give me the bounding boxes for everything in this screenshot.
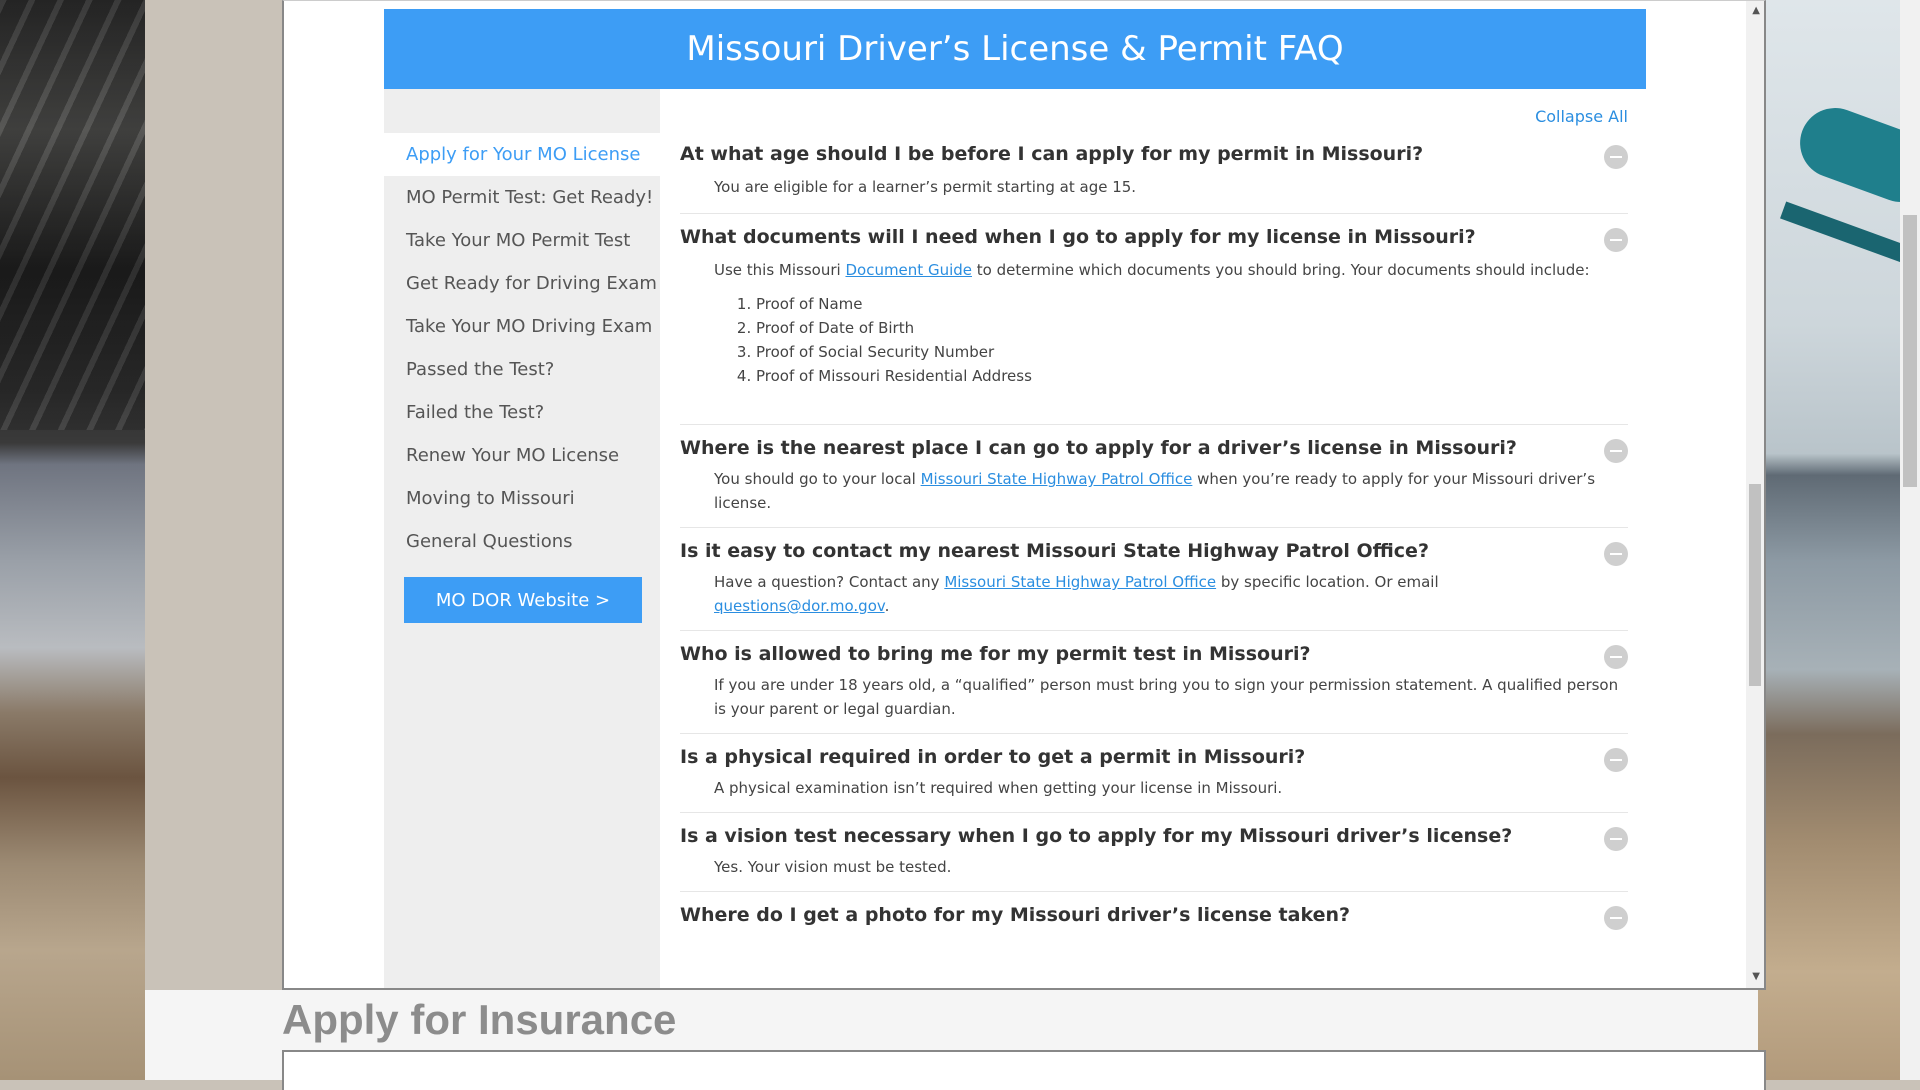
faq-item: Is a vision test necessary when I go to … [680, 813, 1628, 892]
documents-list: Proof of Name Proof of Date of Birth Pro… [714, 292, 1628, 388]
faq-question[interactable]: Who is allowed to bring me for my permit… [680, 643, 1628, 665]
faq-item: At what age should I be before I can app… [680, 143, 1628, 214]
sidebar-top-strip [384, 89, 660, 133]
highway-patrol-link[interactable]: Missouri State Highway Patrol Office [921, 470, 1193, 488]
sidebar-item-renew-license[interactable]: Renew Your MO License [384, 434, 660, 477]
collapse-all-link[interactable]: Collapse All [1535, 107, 1628, 126]
car-stripe-decoration [1780, 201, 1920, 277]
faq-question[interactable]: Is a vision test necessary when I go to … [680, 825, 1628, 847]
sidebar: Apply for Your MO License MO Permit Test… [384, 89, 660, 988]
sidebar-item-driving-exam-ready[interactable]: Get Ready for Driving Exam [384, 262, 660, 305]
collapse-icon[interactable] [1604, 145, 1628, 169]
list-item: Proof of Social Security Number [756, 340, 1628, 364]
faq-item: Is it easy to contact my nearest Missour… [680, 528, 1628, 631]
sidebar-item-take-permit-test[interactable]: Take Your MO Permit Test [384, 219, 660, 262]
answer-text: Have a question? Contact any [714, 573, 945, 591]
faq-answer: Have a question? Contact any Missouri St… [680, 570, 1628, 618]
list-item: Proof of Date of Birth [756, 316, 1628, 340]
faq-item: Where do I get a photo for my Missouri d… [680, 892, 1628, 938]
faq-answer: Yes. Your vision must be tested. [714, 858, 952, 876]
faq-content: Collapse All At what age should I be bef… [680, 89, 1628, 938]
faq-question[interactable]: Is it easy to contact my nearest Missour… [680, 540, 1628, 562]
page-title: Missouri Driver’s License & Permit FAQ [384, 9, 1646, 89]
answer-text: to determine which documents you should … [972, 261, 1590, 279]
inner-scrollbar-thumb[interactable] [1749, 484, 1761, 686]
sidebar-item-permit-get-ready[interactable]: MO Permit Test: Get Ready! [384, 176, 660, 219]
faq-answer: Use this Missouri Document Guide to dete… [680, 258, 1628, 388]
email-link[interactable]: questions@dor.mo.gov [714, 597, 885, 615]
sidebar-item-apply-license[interactable]: Apply for Your MO License [384, 133, 660, 176]
faq-frame: Missouri Driver’s License & Permit FAQ A… [282, 0, 1766, 990]
collapse-icon[interactable] [1604, 439, 1628, 463]
answer-text: You should go to your local [714, 470, 921, 488]
background-right [1758, 0, 1920, 1080]
collapse-icon[interactable] [1604, 827, 1628, 851]
list-item: Proof of Missouri Residential Address [756, 364, 1628, 388]
faq-question[interactable]: Where is the nearest place I can go to a… [680, 437, 1628, 459]
faq-item: Where is the nearest place I can go to a… [680, 425, 1628, 528]
faq-answer: You should go to your local Missouri Sta… [680, 467, 1628, 515]
sidebar-item-passed-test[interactable]: Passed the Test? [384, 348, 660, 391]
answer-text: by specific location. Or email [1216, 573, 1439, 591]
faq-question[interactable]: Is a physical required in order to get a… [680, 746, 1628, 768]
collapse-icon[interactable] [1604, 228, 1628, 252]
scroll-down-icon[interactable]: ▼ [1752, 971, 1760, 982]
sidebar-item-moving[interactable]: Moving to Missouri [384, 477, 660, 520]
faq-answer: You are eligible for a learner’s permit … [714, 178, 1137, 196]
inner-scrollbar[interactable]: ▲ ▼ [1746, 1, 1764, 988]
faq-question[interactable]: What documents will I need when I go to … [680, 226, 1628, 248]
faq-question[interactable]: At what age should I be before I can app… [680, 143, 1628, 165]
sidebar-item-failed-test[interactable]: Failed the Test? [384, 391, 660, 434]
background-left [0, 0, 145, 1080]
collapse-icon[interactable] [1604, 748, 1628, 772]
faq-answer: If you are under 18 years old, a “qualif… [714, 676, 1619, 718]
collapse-icon[interactable] [1604, 645, 1628, 669]
page-scrollbar-thumb[interactable] [1903, 215, 1917, 487]
answer-text: . [884, 597, 890, 615]
sidebar-item-general-questions[interactable]: General Questions [384, 520, 660, 563]
highway-patrol-link[interactable]: Missouri State Highway Patrol Office [944, 573, 1216, 591]
answer-text: Use this Missouri [714, 261, 846, 279]
faq-item: What documents will I need when I go to … [680, 214, 1628, 425]
list-item: Proof of Name [756, 292, 1628, 316]
insurance-frame [282, 1050, 1766, 1090]
mo-dor-website-button[interactable]: MO DOR Website > [404, 577, 642, 623]
insurance-heading: Apply for Insurance [282, 996, 677, 1043]
faq-question[interactable]: Where do I get a photo for my Missouri d… [680, 904, 1628, 926]
document-guide-link[interactable]: Document Guide [845, 261, 972, 279]
page-scrollbar[interactable] [1900, 0, 1920, 1080]
faq-item: Is a physical required in order to get a… [680, 734, 1628, 813]
faq-answer: A physical examination isn’t required wh… [714, 779, 1283, 797]
collapse-icon[interactable] [1604, 542, 1628, 566]
scroll-up-icon[interactable]: ▲ [1752, 5, 1760, 16]
collapse-icon[interactable] [1604, 906, 1628, 930]
faq-item: Who is allowed to bring me for my permit… [680, 631, 1628, 734]
sidebar-item-take-driving-exam[interactable]: Take Your MO Driving Exam [384, 305, 660, 348]
